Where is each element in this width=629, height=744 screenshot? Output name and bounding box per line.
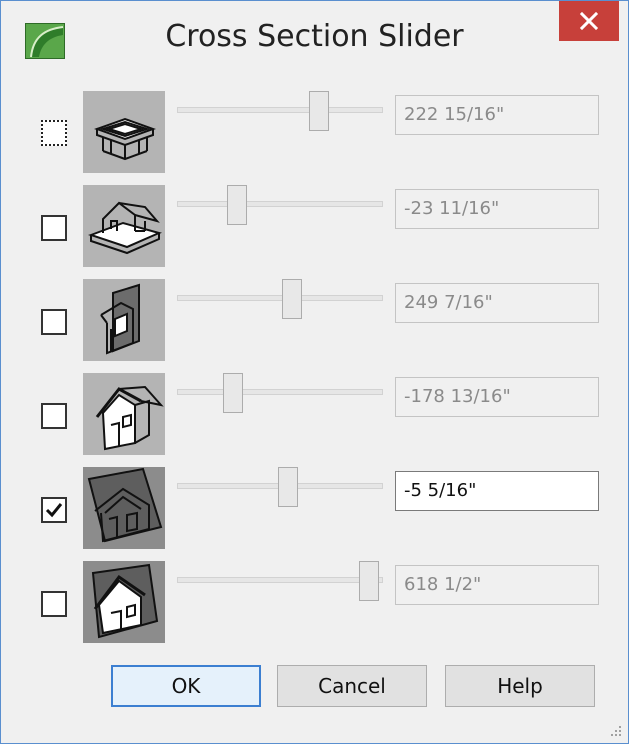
row-5-value-field[interactable]: -5 5/16" — [395, 471, 599, 511]
section-row-4: -178 13/16" — [1, 373, 628, 467]
close-button[interactable] — [559, 1, 619, 41]
row-1-checkbox[interactable] — [41, 120, 67, 146]
slider-thumb[interactable] — [278, 467, 299, 507]
row-4-slider[interactable] — [177, 373, 383, 413]
row-6-slider[interactable] — [177, 561, 383, 601]
row-3-value-field[interactable]: 249 7/16" — [395, 283, 599, 323]
row-2-slider[interactable] — [177, 185, 383, 225]
row-3-slider[interactable] — [177, 279, 383, 319]
slider-thumb[interactable] — [282, 279, 303, 319]
dialog-title: Cross Section Slider — [165, 19, 464, 54]
row-5-checkbox[interactable] — [41, 497, 67, 523]
resize-grip-icon[interactable] — [608, 723, 622, 737]
house-section-icon — [83, 467, 165, 549]
slider-track — [177, 107, 383, 113]
house-3d-icon — [83, 185, 165, 267]
slider-track — [177, 295, 383, 301]
title-bar[interactable]: Cross Section Slider — [1, 1, 628, 81]
section-row-1: 222 15/16" — [1, 91, 628, 185]
row-5-slider[interactable] — [177, 467, 383, 507]
row-2-checkbox[interactable] — [41, 215, 67, 241]
dialog-window: Cross Section Slider 222 15/16" -23 11/1… — [0, 0, 629, 744]
checkmark-icon — [45, 503, 63, 518]
row-3-checkbox[interactable] — [41, 309, 67, 335]
slider-thumb[interactable] — [222, 373, 243, 413]
row-6-value-field[interactable]: 618 1/2" — [395, 565, 599, 605]
slider-thumb[interactable] — [226, 185, 247, 225]
ok-button[interactable]: OK — [111, 665, 261, 707]
row-4-value-field[interactable]: -178 13/16" — [395, 377, 599, 417]
row-1-value-field[interactable]: 222 15/16" — [395, 95, 599, 135]
slider-thumb[interactable] — [358, 561, 379, 601]
slider-track — [177, 577, 383, 583]
section-row-2: -23 11/16" — [1, 185, 628, 279]
wall-elevation-icon — [83, 279, 165, 361]
section-row-5: -5 5/16" — [1, 467, 628, 561]
house-side-icon — [83, 373, 165, 455]
house-front-icon — [83, 561, 165, 643]
row-4-checkbox[interactable] — [41, 403, 67, 429]
slider-thumb[interactable] — [309, 91, 330, 131]
row-6-checkbox[interactable] — [41, 591, 67, 617]
roof-plan-icon — [83, 91, 165, 173]
close-icon — [580, 12, 598, 30]
slider-track — [177, 201, 383, 207]
row-2-value-field[interactable]: -23 11/16" — [395, 189, 599, 229]
section-row-3: 249 7/16" — [1, 279, 628, 373]
help-button[interactable]: Help — [445, 665, 595, 707]
slider-track — [177, 389, 383, 395]
section-row-6: 618 1/2" — [1, 561, 628, 655]
row-1-slider[interactable] — [177, 91, 383, 131]
cancel-button[interactable]: Cancel — [277, 665, 427, 707]
